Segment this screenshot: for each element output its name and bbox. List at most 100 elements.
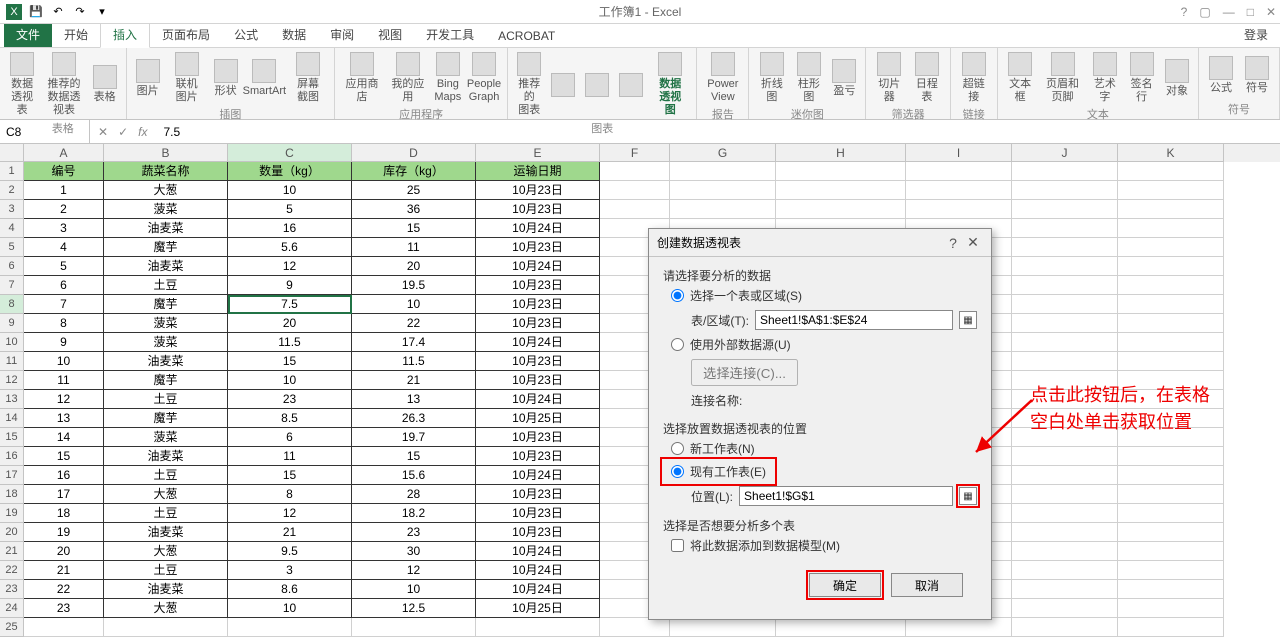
cell[interactable]: 土豆 <box>104 276 228 295</box>
row-header[interactable]: 13 <box>0 390 24 409</box>
name-box[interactable]: C8 <box>0 120 90 143</box>
cell[interactable]: 26.3 <box>352 409 476 428</box>
ribbon-btn-签名行[interactable]: 签名行 <box>1125 50 1158 106</box>
cell[interactable]: 10 <box>228 371 352 390</box>
cell[interactable]: 9 <box>228 276 352 295</box>
cell[interactable]: 19.5 <box>352 276 476 295</box>
cell[interactable]: 10月24日 <box>476 219 600 238</box>
cell[interactable] <box>104 618 228 637</box>
undo-icon[interactable]: ↶ <box>50 4 66 20</box>
cell[interactable] <box>1012 333 1118 352</box>
cell[interactable] <box>906 200 1012 219</box>
cell[interactable] <box>1012 257 1118 276</box>
cell[interactable] <box>670 162 776 181</box>
cell[interactable] <box>1012 618 1118 637</box>
cell[interactable]: 10月24日 <box>476 542 600 561</box>
dialog-help-icon[interactable]: ? <box>943 235 963 251</box>
location-input[interactable] <box>739 486 953 506</box>
cell[interactable]: 8 <box>24 314 104 333</box>
ribbon-btn-文本框[interactable]: 文本框 <box>1004 50 1037 106</box>
cell[interactable]: 魔芋 <box>104 371 228 390</box>
cell[interactable]: 10 <box>352 295 476 314</box>
ribbon-btn-超链接[interactable]: 超链接 <box>957 50 991 106</box>
cell[interactable]: 15 <box>228 352 352 371</box>
tab-页面布局[interactable]: 页面布局 <box>150 22 222 47</box>
cell[interactable]: 11 <box>352 238 476 257</box>
cell[interactable] <box>1012 200 1118 219</box>
cell[interactable]: 23 <box>352 523 476 542</box>
cell[interactable] <box>1118 314 1224 333</box>
cell[interactable]: 8.6 <box>228 580 352 599</box>
range-picker-icon[interactable]: ▦ <box>959 311 977 329</box>
cell[interactable]: 14 <box>24 428 104 447</box>
ok-button[interactable]: 确定 <box>809 573 881 597</box>
cell[interactable] <box>352 618 476 637</box>
cell[interactable]: 20 <box>228 314 352 333</box>
cell[interactable]: 3 <box>24 219 104 238</box>
cell[interactable]: 30 <box>352 542 476 561</box>
ribbon-btn-chart[interactable] <box>548 71 578 99</box>
cell[interactable]: 5 <box>228 200 352 219</box>
ribbon-btn-Bing Maps[interactable]: Bing Maps <box>433 50 463 106</box>
cell[interactable]: 22 <box>24 580 104 599</box>
cell[interactable] <box>1118 561 1224 580</box>
cell[interactable]: 7 <box>24 295 104 314</box>
cell[interactable]: 大葱 <box>104 542 228 561</box>
chk-add-model[interactable] <box>671 539 684 552</box>
cell[interactable]: 10月24日 <box>476 580 600 599</box>
cell[interactable]: 11 <box>228 447 352 466</box>
cell[interactable]: 12 <box>24 390 104 409</box>
row-header[interactable]: 23 <box>0 580 24 599</box>
cell[interactable] <box>1012 485 1118 504</box>
cell[interactable]: 10 <box>24 352 104 371</box>
cell[interactable]: 魔芋 <box>104 409 228 428</box>
cell[interactable]: 9 <box>24 333 104 352</box>
login-link[interactable]: 登录 <box>1232 22 1280 47</box>
minimize-icon[interactable]: — <box>1223 5 1235 19</box>
cell[interactable]: 10月23日 <box>476 181 600 200</box>
cell[interactable]: 20 <box>24 542 104 561</box>
cell[interactable]: 21 <box>352 371 476 390</box>
tab-插入[interactable]: 插入 <box>100 21 150 48</box>
radio-select-table[interactable] <box>671 289 684 302</box>
cell[interactable] <box>1118 352 1224 371</box>
cell[interactable]: 25 <box>352 181 476 200</box>
cell[interactable]: 13 <box>352 390 476 409</box>
row-header[interactable]: 19 <box>0 504 24 523</box>
cell[interactable] <box>1118 181 1224 200</box>
col-header-D[interactable]: D <box>352 144 476 162</box>
cell[interactable]: 22 <box>352 314 476 333</box>
cell[interactable]: 10月24日 <box>476 561 600 580</box>
cell[interactable]: 10月23日 <box>476 447 600 466</box>
cell[interactable]: 23 <box>24 599 104 618</box>
cell[interactable]: 12.5 <box>352 599 476 618</box>
ribbon-btn-Power View[interactable]: Power View <box>703 50 742 106</box>
row-header[interactable]: 7 <box>0 276 24 295</box>
cell[interactable]: 10月23日 <box>476 238 600 257</box>
row-header[interactable]: 6 <box>0 257 24 276</box>
location-picker-icon[interactable]: ▦ <box>959 487 977 505</box>
cell[interactable]: 11.5 <box>352 352 476 371</box>
ribbon-btn-屏幕截图[interactable]: 屏幕截图 <box>288 50 328 106</box>
tab-公式[interactable]: 公式 <box>222 22 270 47</box>
cell[interactable]: 土豆 <box>104 504 228 523</box>
cell[interactable]: 10月24日 <box>476 390 600 409</box>
col-header-H[interactable]: H <box>776 144 906 162</box>
ribbon-btn-chart[interactable] <box>582 71 612 99</box>
cell[interactable]: 蔬菜名称 <box>104 162 228 181</box>
row-header[interactable]: 24 <box>0 599 24 618</box>
cell[interactable]: 土豆 <box>104 390 228 409</box>
cell[interactable] <box>906 181 1012 200</box>
cell[interactable] <box>1118 162 1224 181</box>
col-header-C[interactable]: C <box>228 144 352 162</box>
ribbon-btn-盈亏[interactable]: 盈亏 <box>829 57 859 100</box>
row-header[interactable]: 2 <box>0 181 24 200</box>
cell[interactable] <box>776 618 906 637</box>
ribbon-btn-联机图片[interactable]: 联机图片 <box>167 50 207 106</box>
cell[interactable]: 11 <box>24 371 104 390</box>
ribbon-btn-对象[interactable]: 对象 <box>1162 57 1192 100</box>
cell[interactable]: 10月23日 <box>476 352 600 371</box>
cell[interactable]: 18 <box>24 504 104 523</box>
cell[interactable]: 36 <box>352 200 476 219</box>
cell[interactable]: 23 <box>228 390 352 409</box>
